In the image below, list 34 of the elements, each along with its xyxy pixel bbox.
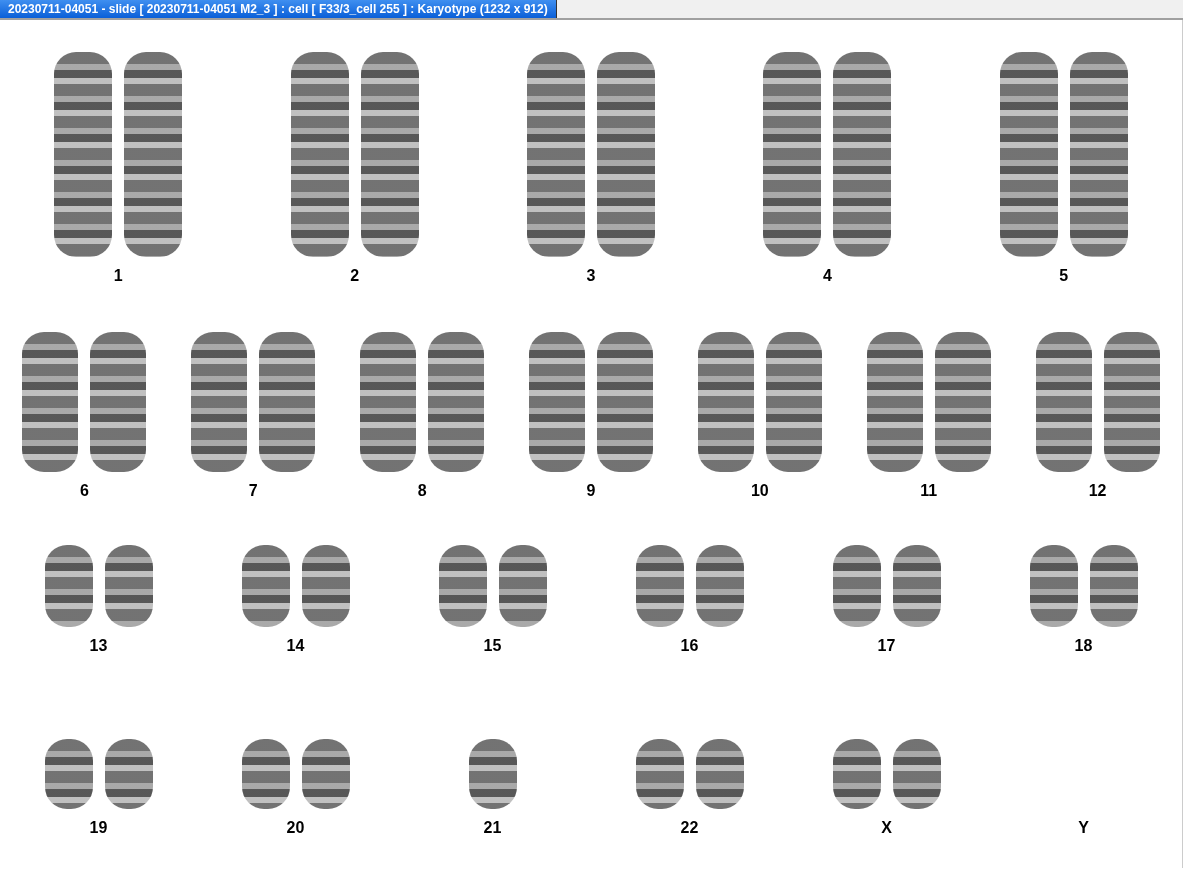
chromosome-label: 12 [1088, 482, 1107, 500]
chromosome-label: 5 [1059, 267, 1069, 285]
chromosome-image [301, 739, 350, 809]
chromosome-image [832, 739, 881, 809]
chromosome-image [468, 739, 517, 809]
chromosome-label: 13 [89, 637, 108, 655]
chromosome-label: 1 [113, 267, 123, 285]
chromosome-label: 4 [822, 267, 832, 285]
chromosome-label: 15 [483, 637, 502, 655]
chromosome-label: X [881, 819, 892, 837]
chromosome-label: 18 [1074, 637, 1093, 655]
chromosome-label: 3 [586, 267, 596, 285]
chromosome-image [892, 739, 941, 809]
chromosome-image [104, 739, 153, 809]
chromosome-label: Y [1078, 819, 1089, 837]
chromosome-image [241, 739, 290, 809]
chromosome-label: 6 [79, 482, 89, 500]
chromosome-label: 7 [248, 482, 258, 500]
chromosome-label: 14 [286, 637, 305, 655]
chromosome-label: 17 [877, 637, 896, 655]
chromosome-image [695, 739, 744, 809]
chromosome-label: 22 [680, 819, 699, 837]
chromosome-label: 19 [89, 819, 108, 837]
chromosome-image [635, 739, 684, 809]
chromosome-image [44, 739, 93, 809]
chromosome-label: 21 [483, 819, 502, 837]
chromosome-label: 16 [680, 637, 699, 655]
window-title: 20230711-04051 - slide [ 20230711-04051 M2_3 ] : cell [ F33/3_cell 255 ] : Karyotype (1232 x 912) [0, 0, 557, 18]
chromosome-label: 2 [350, 267, 360, 285]
chromosome-label: 9 [586, 482, 596, 500]
chromosome-label: 8 [417, 482, 427, 500]
chromosome-label: 11 [920, 482, 938, 500]
chromosome-label: 20 [286, 819, 305, 837]
chromosome-label: 10 [750, 482, 769, 500]
